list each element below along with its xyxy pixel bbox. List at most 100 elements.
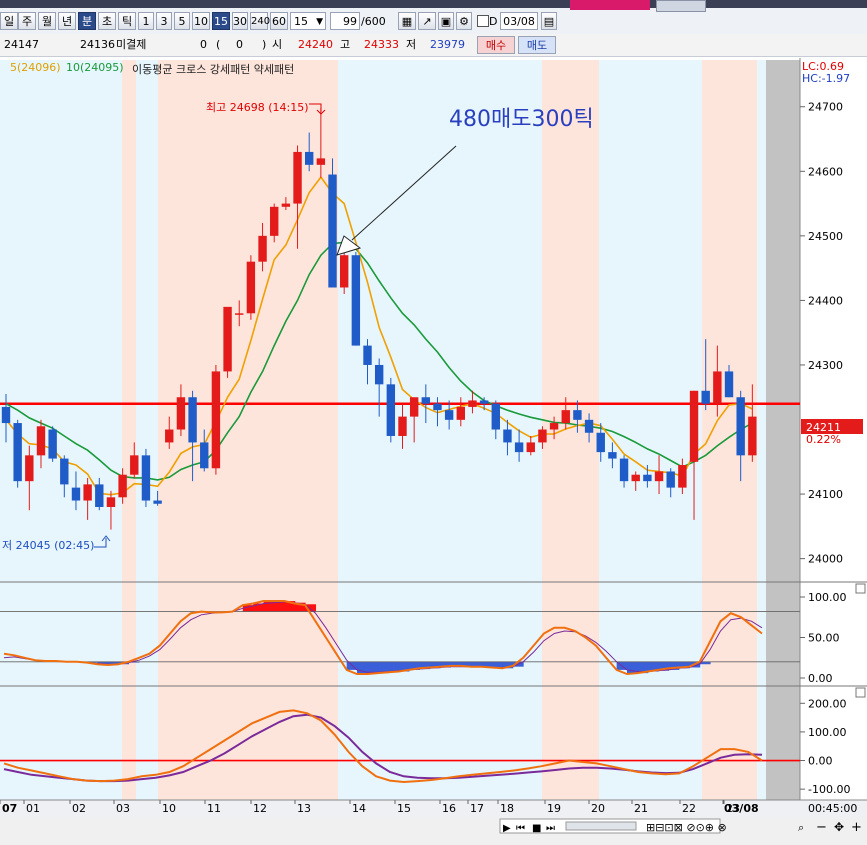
osc-axis-label: 0.00 <box>808 755 833 768</box>
candle-body <box>748 416 757 456</box>
time-axis-label: 10 <box>162 802 176 815</box>
candle-body <box>689 390 699 462</box>
osc-axis-label: 100.00 <box>808 591 847 604</box>
oversold-fill <box>627 661 638 674</box>
candle-body <box>713 371 722 404</box>
candle-body <box>386 384 396 436</box>
candle[interactable] <box>246 255 256 320</box>
candle-body <box>549 423 559 430</box>
candle-body <box>503 429 512 443</box>
candle-body <box>596 432 605 453</box>
candle[interactable] <box>351 251 361 346</box>
osc-axis-label: 100.00 <box>808 726 847 739</box>
zoom-icon[interactable]: ⌕ <box>798 821 804 834</box>
time-axis-label: 19 <box>547 802 561 815</box>
move-icon[interactable]: ✥ <box>834 820 844 834</box>
time-axis-label: 14 <box>352 802 366 815</box>
price-chart[interactable]: 24700 24600 24500 24400 24300 24100 24000 최고 2… <box>0 0 867 845</box>
time-axis-label: 13 <box>297 802 311 815</box>
time-axis-label: 16 <box>442 802 456 815</box>
session-band <box>122 60 136 800</box>
candle-body <box>328 174 337 288</box>
candle-body <box>374 364 384 385</box>
candle-body <box>468 400 477 407</box>
candle[interactable] <box>339 248 349 294</box>
candle[interactable] <box>48 426 57 462</box>
ma5-legend: 5(24096) <box>10 61 61 74</box>
candle-body <box>643 474 652 482</box>
indicator-legend: 이동평균 크로스 강세패턴 약세패턴 <box>132 63 295 76</box>
ma10-legend: 10(24095) <box>66 61 124 74</box>
scroll-slider[interactable] <box>565 821 637 831</box>
candle-body <box>561 410 570 424</box>
candle-body <box>491 403 500 430</box>
candle-body <box>736 397 745 456</box>
candle-body <box>141 455 151 501</box>
candle-body <box>654 471 664 482</box>
time-axis-label: 21 <box>634 802 648 815</box>
candle[interactable] <box>211 364 221 475</box>
hc-readout: HC:-1.97 <box>802 72 851 85</box>
price-axis-label: 24500 <box>808 230 843 243</box>
zoom-out-button[interactable]: − <box>816 820 827 835</box>
candle-body <box>339 255 349 288</box>
panel2-close-button[interactable] <box>855 687 866 698</box>
candle-body <box>421 397 431 404</box>
price-axis-label: 24400 <box>808 294 843 307</box>
candle-body <box>258 235 267 262</box>
candle-body <box>270 206 279 236</box>
candle[interactable] <box>386 377 396 443</box>
candle-body <box>36 426 46 456</box>
toolbar-icons[interactable]: ⊞⊟⊡⊠ ⊘⊙⊕ ⊗ <box>646 821 727 834</box>
candle-body <box>153 500 162 504</box>
candle-body <box>363 345 372 365</box>
price-axis-label: 24000 <box>808 553 843 566</box>
candle[interactable] <box>141 448 151 507</box>
time-axis-label: 20 <box>591 802 605 815</box>
candle-body <box>211 371 221 469</box>
candle-body <box>281 203 291 207</box>
candle-body <box>433 403 442 411</box>
candle-body <box>25 455 34 482</box>
candle-body <box>71 487 81 501</box>
candle-body <box>479 400 489 404</box>
time-axis-label: 03 <box>116 802 130 815</box>
time-axis-label: 02 <box>72 802 86 815</box>
time-axis-label: 03/08 <box>724 802 759 815</box>
note-annotation: 480매도300틱 <box>449 107 594 132</box>
candle-body <box>724 371 734 398</box>
candle-body <box>48 429 57 459</box>
session-band <box>158 60 338 800</box>
zoom-in-button[interactable]: + <box>851 820 862 835</box>
stop-icon[interactable]: ■ <box>532 823 541 834</box>
candle-body <box>526 442 535 453</box>
candle[interactable] <box>328 158 337 288</box>
time-axis-label: 07 <box>2 802 17 815</box>
candle-body <box>538 429 547 443</box>
oversold-fill <box>492 661 503 668</box>
candle-body <box>398 416 407 436</box>
candle-body <box>409 397 419 417</box>
forward-icon[interactable]: ⏭ <box>546 823 555 834</box>
price-axis-label: 24600 <box>808 165 843 178</box>
panel1-close-button[interactable] <box>855 583 866 594</box>
candle[interactable] <box>13 419 22 488</box>
candle-body <box>619 458 629 482</box>
candle-body <box>293 151 302 204</box>
session-band <box>136 60 158 800</box>
candle-body <box>1 406 11 424</box>
play-icon[interactable]: ▶ <box>503 823 511 834</box>
candle-body <box>176 397 186 430</box>
right-gutter <box>766 60 800 800</box>
high-annotation: 최고 24698 (14:15) <box>206 101 309 114</box>
time-readout: 00:45:00 <box>808 802 857 815</box>
osc-axis-label: 200.00 <box>808 697 847 710</box>
candle-body <box>235 313 244 315</box>
candle-body <box>165 429 174 443</box>
osc-axis-label: -100.00 <box>808 783 850 796</box>
candle-body <box>631 474 640 482</box>
candle[interactable] <box>223 306 232 378</box>
candle-body <box>188 397 197 443</box>
osc-axis-label: 0.00 <box>808 672 833 685</box>
rewind-icon[interactable]: ⏮ <box>516 823 525 834</box>
